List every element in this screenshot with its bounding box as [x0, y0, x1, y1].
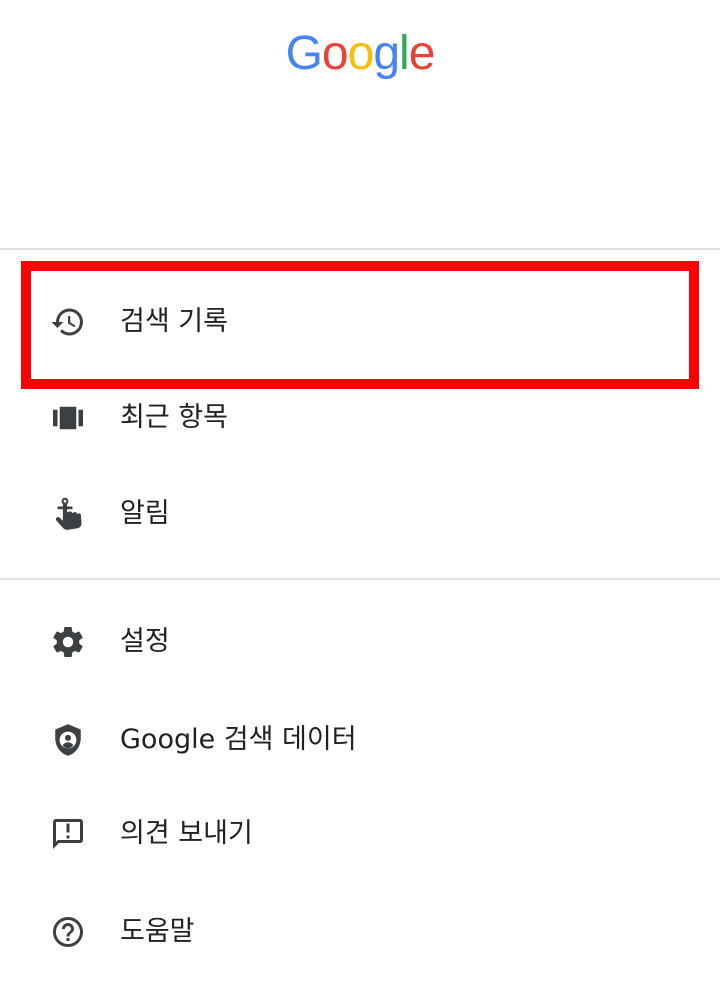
logo-letter: o — [321, 27, 349, 80]
menu-label: Google 검색 데이터 — [120, 724, 357, 755]
menu-item-send-feedback[interactable]: 의견 보내기 — [0, 786, 720, 882]
middle-divider — [0, 578, 720, 580]
menu-item-search-history[interactable]: 검색 기록 — [0, 274, 720, 370]
recent-items-icon — [50, 400, 86, 436]
logo-letter: e — [408, 27, 436, 80]
gear-icon — [50, 624, 86, 660]
top-divider — [0, 248, 720, 250]
menu-item-settings[interactable]: 설정 — [0, 594, 720, 690]
logo-letter: o — [347, 27, 375, 80]
logo-letter: l — [399, 27, 410, 80]
logo-letter: g — [373, 27, 400, 80]
menu-item-reminders[interactable]: 알림 — [0, 466, 720, 562]
shield-account-icon — [50, 722, 86, 758]
menu-item-google-search-data[interactable]: Google 검색 데이터 — [0, 692, 720, 788]
menu-label: 알림 — [120, 498, 170, 529]
feedback-icon — [50, 816, 86, 852]
reminder-icon — [50, 496, 86, 532]
menu-label: 도움말 — [120, 916, 195, 947]
menu-item-recent-items[interactable]: 최근 항목 — [0, 370, 720, 466]
google-logo: Google — [0, 22, 720, 86]
menu-label: 검색 기록 — [120, 306, 228, 337]
menu-item-help[interactable]: 도움말 — [0, 884, 720, 980]
menu-label: 설정 — [120, 626, 170, 657]
history-icon — [50, 304, 86, 340]
menu-label: 의견 보내기 — [120, 818, 253, 849]
menu-label: 최근 항목 — [120, 402, 228, 433]
help-icon — [50, 914, 86, 950]
logo-letter: G — [285, 27, 323, 80]
